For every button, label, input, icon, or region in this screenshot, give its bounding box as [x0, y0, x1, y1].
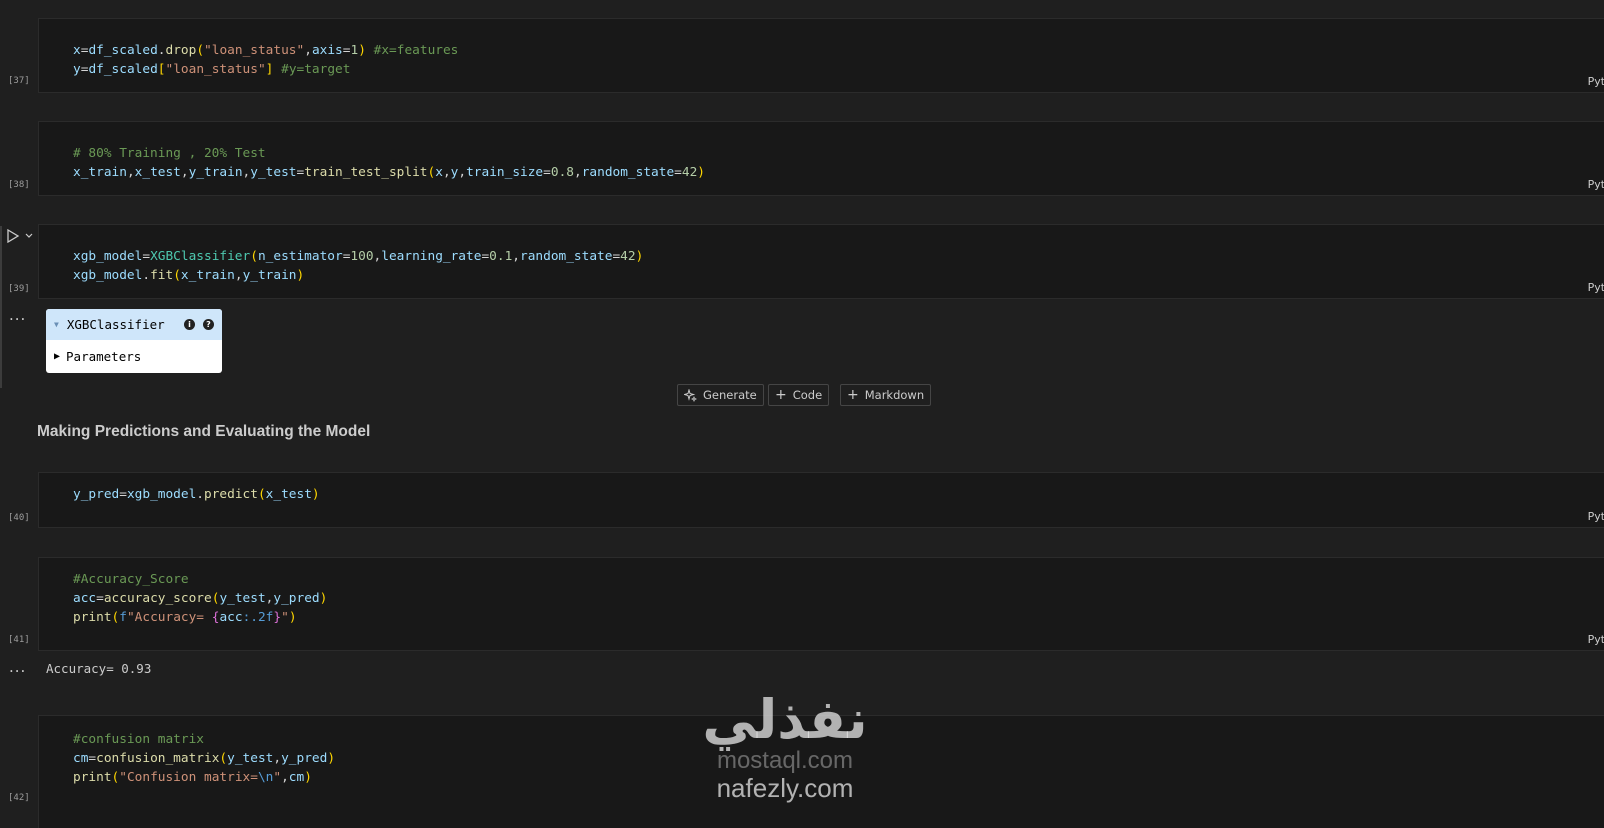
generate-button[interactable]: Generate [677, 384, 764, 406]
run-cell-button[interactable] [6, 229, 34, 243]
cell-language-label[interactable]: Pyth [1588, 75, 1604, 88]
cell-editor[interactable]: # 80% Training , 20% Test x_train,x_test,… [73, 144, 705, 182]
code-label: Code [792, 388, 823, 402]
execution-count: [42] [8, 793, 30, 803]
cell-editor[interactable]: #confusion matrix cm=confusion_matrix(y_t… [73, 730, 335, 787]
cell-editor[interactable]: xgb_model=XGBClassifier(n_estimator=100,… [73, 247, 643, 285]
execution-count: [40] [8, 513, 30, 523]
cell-editor[interactable]: y_pred=xgb_model.predict(x_test) [73, 485, 320, 504]
play-icon[interactable] [6, 229, 20, 243]
expand-triangle-icon[interactable]: ▶ [54, 351, 60, 362]
info-icon[interactable]: i [184, 319, 195, 330]
sparkle-icon [684, 388, 697, 402]
markdown-label: Markdown [864, 388, 925, 402]
code-cell-39[interactable]: xgb_model=XGBClassifier(n_estimator=100,… [38, 224, 1604, 299]
execution-count: [41] [8, 635, 30, 645]
code-cell-42[interactable]: #confusion matrix cm=confusion_matrix(y_t… [38, 715, 1604, 828]
plus-icon: + [847, 387, 859, 403]
code-cell-40[interactable]: y_pred=xgb_model.predict(x_test) Pyth [38, 472, 1604, 528]
add-markdown-cell-button[interactable]: + Markdown [840, 384, 932, 406]
output-actions-button[interactable]: ... [9, 658, 26, 676]
plus-icon: + [775, 387, 787, 403]
execution-count: [38] [8, 180, 30, 190]
parameters-toggle[interactable]: ▶ Parameters [46, 340, 222, 373]
cell-language-label[interactable]: Pyth [1588, 633, 1604, 646]
execution-count: [39] [8, 284, 30, 294]
code-cell-38[interactable]: # 80% Training , 20% Test x_train,x_test,… [38, 121, 1604, 196]
widget-title: XGBClassifier [66, 317, 165, 332]
cell-language-label[interactable]: Pyth [1588, 510, 1604, 523]
cell-focus-bar [0, 226, 2, 388]
code-cell-41[interactable]: #Accuracy_Score acc=accuracy_score(y_test… [38, 557, 1604, 651]
widget-header[interactable]: ▼ XGBClassifier i ? [46, 309, 222, 340]
xgbclassifier-output-widget: ▼ XGBClassifier i ? ▶ Parameters [46, 309, 222, 373]
accuracy-output: Accuracy= 0.93 [46, 661, 152, 676]
cell-language-label[interactable]: Pyth [1588, 178, 1604, 191]
collapse-caret-icon[interactable]: ▼ [54, 320, 59, 329]
help-icon[interactable]: ? [203, 319, 214, 330]
add-code-cell-button[interactable]: + Code [768, 384, 830, 406]
code-cell-37[interactable]: x=df_scaled.drop("loan_status",axis=1) #… [38, 18, 1604, 93]
generate-label: Generate [703, 388, 757, 402]
cell-editor[interactable]: #Accuracy_Score acc=accuracy_score(y_test… [73, 570, 327, 627]
cell-language-label[interactable]: Pyth [1588, 281, 1604, 294]
execution-count: [37] [8, 76, 30, 86]
chevron-down-icon[interactable] [24, 231, 34, 241]
output-actions-button[interactable]: ... [9, 306, 26, 324]
cell-editor[interactable]: x=df_scaled.drop("loan_status",axis=1) #… [73, 41, 458, 79]
markdown-heading[interactable]: Making Predictions and Evaluating the Mo… [37, 423, 370, 441]
parameters-label: Parameters [66, 349, 142, 364]
